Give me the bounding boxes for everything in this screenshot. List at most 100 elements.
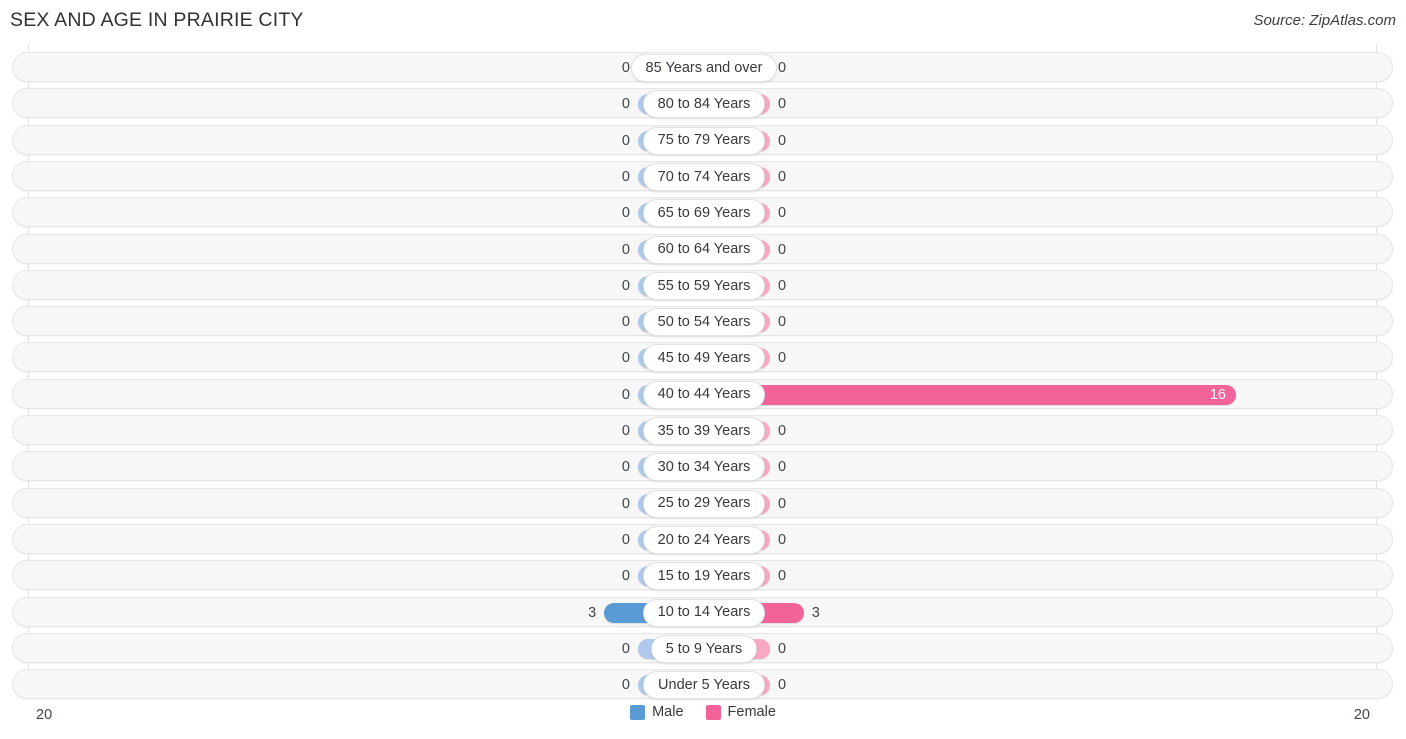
value-label-male: 0 — [621, 314, 630, 331]
age-group-label-text: 50 to 54 Years — [657, 313, 751, 330]
age-group-label: 80 to 84 Years — [642, 90, 766, 119]
value-label-female: 16 — [1209, 386, 1226, 403]
value-label-female: 0 — [778, 459, 787, 476]
legend-label-female: Female — [727, 704, 776, 721]
value-label-male: 0 — [621, 132, 630, 149]
value-label-male: 0 — [621, 568, 630, 585]
value-label-male: 0 — [621, 60, 630, 76]
value-label-female: 0 — [778, 531, 787, 548]
table-row[interactable]: 65 to 69 Years 0 0 — [12, 197, 1393, 228]
value-label-female: 0 — [778, 132, 787, 149]
age-group-label-text: 45 to 49 Years — [657, 350, 751, 367]
age-group-label: 55 to 59 Years — [642, 271, 766, 300]
legend-item-male[interactable]: Male — [630, 704, 684, 721]
value-label-female: 0 — [778, 423, 787, 439]
table-row[interactable]: 50 to 54 Years 0 0 — [12, 306, 1394, 337]
age-group-label-text: 80 to 84 Years — [657, 96, 751, 113]
table-row[interactable]: 45 to 49 Years 0 0 — [12, 342, 1394, 373]
value-label-male: 0 — [621, 677, 630, 694]
value-label-female: 0 — [778, 350, 787, 367]
bar-track: 75 to 79 Years 0 0 — [13, 126, 1394, 156]
pyramid-plot-area: 85 Years and over 0 0 80 to 84 Years 0 0 75 to… — [0, 44, 1406, 700]
value-label-female: 0 — [778, 314, 787, 331]
table-row[interactable]: 55 to 59 Years 0 0 — [12, 269, 1394, 301]
legend-label-male: Male — [652, 704, 684, 721]
value-label-female: 0 — [778, 495, 787, 512]
age-group-label-text: 5 to 9 Years — [665, 640, 743, 657]
value-label-male: 0 — [621, 277, 630, 294]
age-group-label: 5 to 9 Years — [650, 634, 758, 663]
value-label-female: 0 — [778, 205, 787, 222]
age-group-label-text: 85 Years and over — [645, 59, 763, 76]
table-row[interactable]: 10 to 14 Years 3 3 — [12, 596, 1394, 628]
table-row[interactable]: 5 to 9 Years 0 0 — [12, 632, 1394, 664]
age-group-label: 50 to 54 Years — [642, 308, 766, 337]
table-row[interactable]: 30 to 34 Years 0 0 — [12, 451, 1393, 482]
age-group-label-text: 70 to 74 Years — [657, 168, 751, 185]
table-row[interactable]: 60 to 64 Years 0 0 — [12, 233, 1394, 265]
legend-item-female[interactable]: Female — [705, 704, 776, 721]
table-row[interactable]: 80 to 84 Years 0 0 — [12, 88, 1394, 119]
table-row[interactable]: 75 to 79 Years 0 0 — [12, 124, 1394, 156]
value-label-male: 0 — [621, 350, 630, 367]
chart-footer: 20 20 Male Female — [0, 699, 1406, 739]
age-group-label: 30 to 34 Years — [642, 453, 766, 482]
age-group-label-text: 15 to 19 Years — [657, 567, 751, 584]
bar-track: Under 5 Years 0 0 — [13, 670, 1394, 700]
age-group-label-text: Under 5 Years — [658, 676, 750, 693]
value-label-male: 0 — [621, 205, 630, 222]
bar-track: 70 to 74 Years 0 0 — [13, 162, 1394, 192]
age-group-label: 15 to 19 Years — [642, 562, 766, 591]
bar-track: 50 to 54 Years 0 0 — [13, 307, 1394, 337]
age-group-label-text: 10 to 14 Years — [657, 604, 751, 621]
table-row[interactable]: 20 to 24 Years 0 0 — [12, 523, 1394, 555]
age-group-label: 70 to 74 Years — [642, 162, 766, 191]
bar-track: 35 to 39 Years 0 0 — [13, 416, 1394, 446]
age-group-label-text: 20 to 24 Years — [657, 531, 751, 548]
table-row[interactable]: 85 Years and over 0 0 — [12, 52, 1393, 82]
bar-track: 5 to 9 Years 0 0 — [13, 634, 1394, 664]
bar-track: 55 to 59 Years 0 0 — [13, 271, 1394, 301]
value-label-male: 0 — [621, 459, 630, 476]
value-label-female: 0 — [778, 168, 787, 185]
value-label-female: 0 — [778, 640, 787, 657]
age-group-label: 75 to 79 Years — [642, 126, 766, 155]
bar-female[interactable] — [704, 384, 1236, 405]
bar-track: 45 to 49 Years 0 0 — [13, 343, 1394, 373]
value-label-male: 0 — [621, 640, 630, 657]
table-row[interactable]: Under 5 Years 0 0 — [12, 669, 1394, 700]
value-label-male: 0 — [621, 495, 630, 512]
value-label-male: 0 — [621, 386, 630, 403]
age-group-label: 25 to 29 Years — [642, 489, 766, 518]
value-label-female: 0 — [778, 96, 787, 113]
table-row[interactable]: 35 to 39 Years 0 0 — [12, 415, 1393, 445]
age-group-label-text: 30 to 34 Years — [657, 459, 751, 476]
age-group-label: 10 to 14 Years — [642, 598, 766, 627]
value-label-female: 0 — [778, 677, 787, 694]
age-group-label-text: 55 to 59 Years — [657, 277, 751, 294]
table-row[interactable]: 25 to 29 Years 0 0 — [12, 487, 1394, 519]
chart-legend: Male Female — [0, 705, 1406, 720]
bar-track: 25 to 29 Years 0 0 — [13, 489, 1394, 519]
age-group-label: Under 5 Years — [643, 671, 765, 700]
age-group-label-text: 35 to 39 Years — [657, 422, 751, 439]
age-group-label: 85 Years and over — [630, 54, 778, 82]
age-group-label: 65 to 69 Years — [642, 199, 766, 228]
bar-track: 60 to 64 Years 0 0 — [13, 235, 1394, 265]
bar-track: 20 to 24 Years 0 0 — [13, 525, 1394, 555]
bar-track: 10 to 14 Years 3 3 — [13, 598, 1394, 628]
bar-track: 40 to 44 Years 0 16 — [13, 380, 1394, 410]
value-label-female: 0 — [778, 241, 787, 258]
bar-track: 80 to 84 Years 0 0 — [13, 89, 1394, 119]
table-row[interactable]: 15 to 19 Years 0 0 — [12, 560, 1393, 591]
table-row[interactable]: 70 to 74 Years 0 0 — [12, 160, 1394, 192]
value-label-female: 0 — [778, 277, 787, 294]
value-label-male: 3 — [588, 604, 597, 621]
value-label-male: 0 — [621, 423, 630, 439]
age-group-label-text: 75 to 79 Years — [657, 132, 751, 149]
age-group-label: 45 to 49 Years — [642, 344, 766, 373]
age-group-label: 60 to 64 Years — [642, 235, 766, 264]
value-label-female: 3 — [811, 604, 820, 621]
table-row[interactable]: 40 to 44 Years 0 16 — [12, 378, 1394, 410]
chart-canvas: SEX AND AGE IN PRAIRIE CITY Source: ZipA… — [0, 0, 1406, 739]
